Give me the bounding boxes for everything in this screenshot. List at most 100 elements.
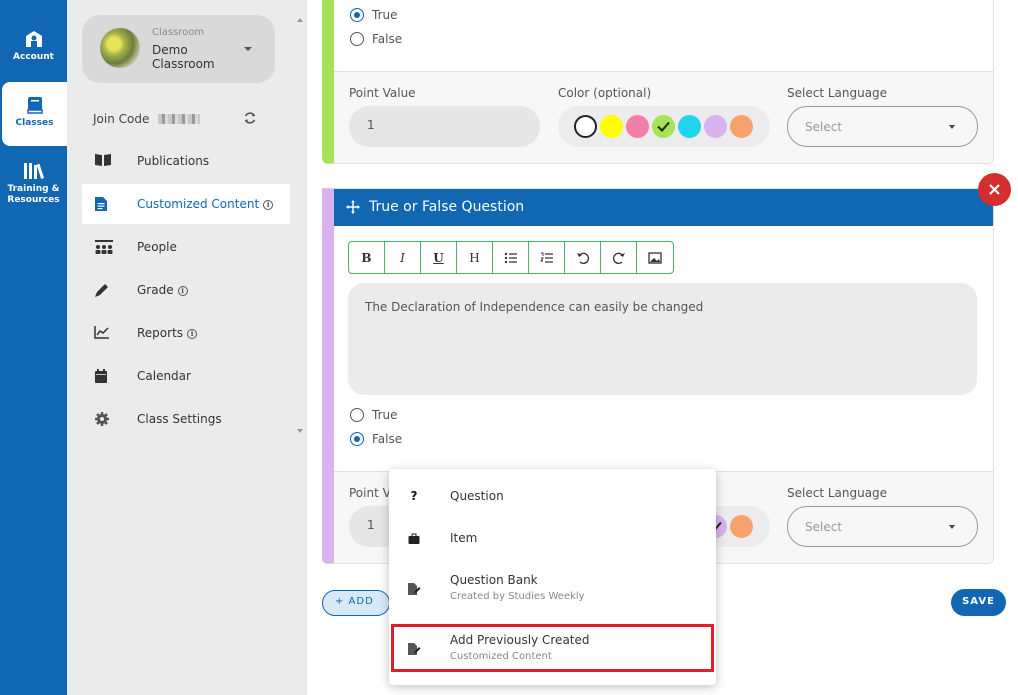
color-swatch-orange[interactable]: [730, 115, 753, 138]
rail-item-classes[interactable]: Classes: [2, 82, 67, 146]
numbered-list-button[interactable]: [529, 242, 565, 273]
remove-question-button[interactable]: [978, 173, 1011, 206]
chart-line-icon: [94, 326, 109, 339]
radio-false[interactable]: [350, 32, 364, 46]
join-code-value: [158, 114, 200, 124]
join-code-label: Join Code: [93, 112, 150, 126]
sidebar-item-label: People: [137, 240, 177, 254]
question-card: True False Point Value 1 Color (optional…: [322, 0, 994, 164]
bullet-list-icon: [504, 252, 517, 263]
sidebar-item-label: Grade: [137, 283, 174, 297]
insert-image-button[interactable]: [637, 242, 673, 273]
classroom-selector[interactable]: Classroom Demo Classroom: [82, 15, 275, 83]
editor-toolbar: B I U H: [348, 241, 674, 274]
refresh-icon[interactable]: [243, 111, 257, 125]
sidebar-item-label: Reports: [137, 326, 184, 340]
radio-false[interactable]: [350, 432, 364, 446]
image-icon: [648, 251, 662, 264]
scroll-down-icon[interactable]: [297, 429, 303, 433]
menu-item-title: Item: [450, 531, 478, 545]
color-swatch-pink[interactable]: [626, 115, 649, 138]
sidebar-item-label: Publications: [137, 154, 210, 168]
classroom-name: Demo Classroom: [152, 43, 215, 71]
bullet-list-button[interactable]: [493, 242, 529, 273]
menu-item-question[interactable]: ? Question: [389, 489, 716, 519]
sidebar-item-grade[interactable]: Grade i: [82, 270, 290, 310]
chevron-down-icon: [244, 47, 252, 51]
library-icon: [23, 163, 44, 179]
classroom-avatar: [100, 28, 140, 68]
option-label: True: [372, 8, 398, 22]
redo-button[interactable]: [601, 242, 637, 273]
option-label: True: [372, 408, 398, 422]
language-select[interactable]: Select: [787, 106, 978, 147]
sidebar-item-label: Calendar: [137, 369, 191, 383]
info-icon[interactable]: i: [263, 200, 274, 210]
calendar-icon: [95, 369, 107, 383]
italic-button[interactable]: I: [385, 242, 421, 273]
chevron-down-icon: [949, 525, 955, 529]
question-text-editor[interactable]: The Declaration of Independence can easi…: [348, 283, 977, 395]
check-icon: [657, 121, 670, 132]
bold-button[interactable]: B: [349, 242, 385, 273]
briefcase-icon: [408, 533, 420, 544]
add-button[interactable]: + ADD: [322, 590, 390, 616]
color-swatch-yellow[interactable]: [600, 115, 623, 138]
language-placeholder: Select: [805, 520, 843, 534]
menu-item-title: Question Bank: [450, 573, 538, 587]
edit-file-icon: [408, 583, 421, 595]
undo-button[interactable]: [565, 242, 601, 273]
rail-item-account[interactable]: Account: [0, 30, 67, 63]
language-label: Select Language: [787, 86, 888, 100]
move-icon[interactable]: [346, 200, 360, 214]
radio-true[interactable]: [350, 8, 364, 22]
option-true[interactable]: True: [350, 8, 398, 22]
pencil-icon: [95, 284, 108, 297]
sidebar-item-customized-content[interactable]: Customized Content i: [82, 184, 290, 224]
sidebar-item-publications[interactable]: Publications: [82, 141, 290, 181]
option-false[interactable]: False: [350, 432, 402, 446]
info-icon[interactable]: i: [177, 286, 188, 296]
save-button[interactable]: SAVE: [951, 589, 1006, 616]
document-icon: [95, 197, 107, 211]
option-false[interactable]: False: [350, 32, 402, 46]
point-value-input[interactable]: 1: [349, 106, 540, 147]
sidebar-item-calendar[interactable]: Calendar: [82, 356, 290, 396]
sidebar-scrollbar[interactable]: [297, 18, 303, 433]
color-swatch-lavender[interactable]: [704, 115, 727, 138]
color-swatch-green[interactable]: [652, 115, 675, 138]
highlight-box: [391, 624, 714, 672]
info-icon[interactable]: i: [187, 329, 198, 339]
color-picker: [558, 106, 770, 147]
color-swatch-white[interactable]: [574, 115, 597, 138]
option-label: False: [372, 432, 403, 446]
sidebar-item-class-settings[interactable]: Class Settings: [82, 399, 290, 439]
underline-button[interactable]: U: [421, 242, 457, 273]
account-icon: [25, 31, 42, 47]
point-value-label: Point Value: [349, 86, 416, 100]
chevron-down-icon: [949, 125, 955, 129]
sidebar-item-people[interactable]: People: [82, 227, 290, 267]
menu-item-item[interactable]: Item: [389, 531, 716, 561]
close-icon: [989, 184, 1000, 195]
people-icon: [95, 240, 113, 254]
option-true[interactable]: True: [350, 408, 398, 422]
sidebar-item-label: Class Settings: [137, 412, 222, 426]
classroom-label: Classroom: [152, 27, 205, 38]
undo-icon: [576, 252, 589, 264]
question-header: True or False Question: [334, 189, 993, 226]
gear-icon: [95, 412, 109, 426]
rail-label-account: Account: [13, 52, 54, 62]
radio-true[interactable]: [350, 408, 364, 422]
rail-label-training: Training & Resources: [7, 184, 60, 205]
rail-item-training[interactable]: Training & Resources: [0, 162, 67, 206]
sidebar-item-reports[interactable]: Reports i: [82, 313, 290, 353]
heading-button[interactable]: H: [457, 242, 493, 273]
color-swatch-cyan[interactable]: [678, 115, 701, 138]
color-swatch-orange[interactable]: [730, 515, 753, 538]
color-label: Color (optional): [558, 86, 652, 100]
language-label: Select Language: [787, 486, 888, 500]
scroll-up-icon[interactable]: [297, 18, 303, 22]
language-select[interactable]: Select: [787, 506, 978, 547]
menu-item-question-bank[interactable]: Question Bank Created by Studies Weekly: [389, 573, 716, 613]
